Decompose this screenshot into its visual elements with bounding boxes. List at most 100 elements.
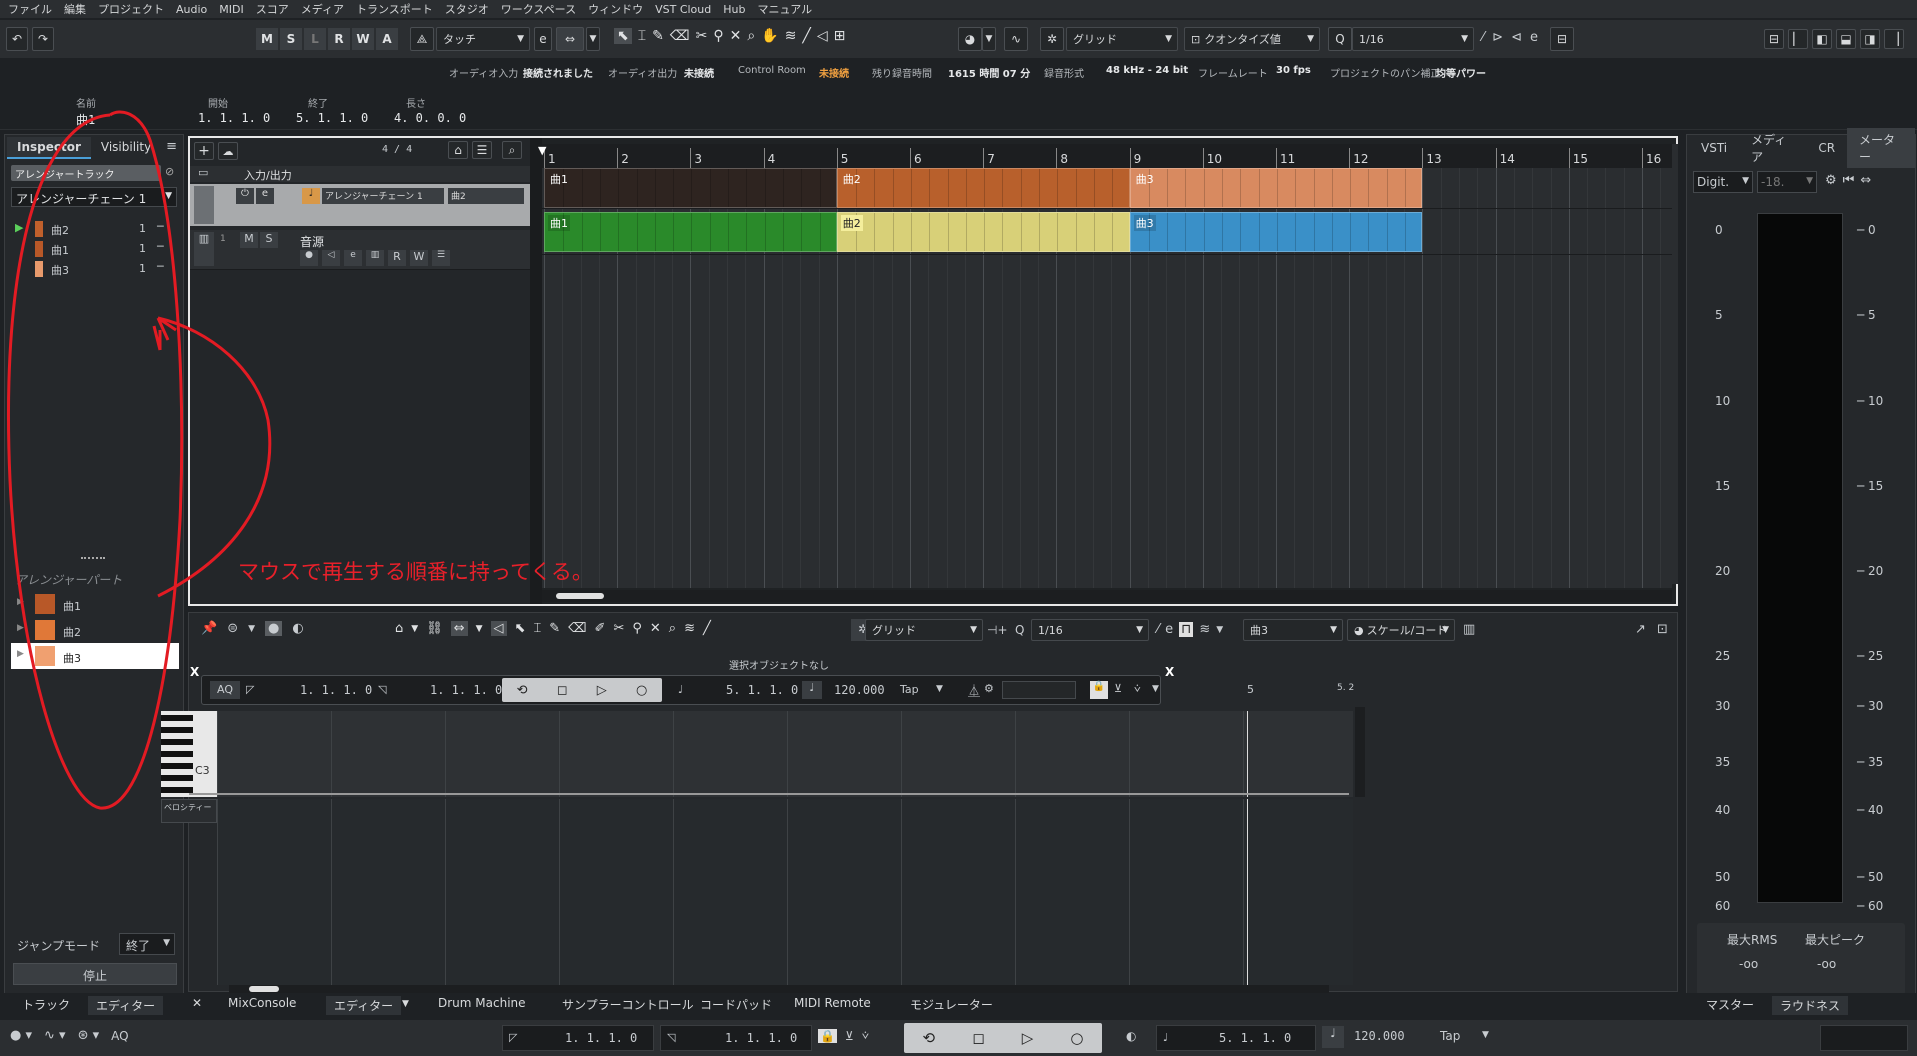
minus-icon[interactable]: ─ xyxy=(157,260,164,273)
global-s-button[interactable]: S xyxy=(280,28,302,50)
arranger-part[interactable]: 曲3 xyxy=(1129,168,1423,208)
snap-icon[interactable]: ✲ xyxy=(1040,27,1064,51)
line-icon[interactable]: ╱ xyxy=(703,621,711,636)
divider-handle[interactable] xyxy=(81,557,105,559)
open-window-icon[interactable]: ↗ xyxy=(1635,622,1646,637)
chain-item[interactable]: ▶ 曲2 1 ─ xyxy=(11,219,177,239)
menu-item[interactable]: メディア xyxy=(301,1,356,17)
arranger-part[interactable]: 曲2 xyxy=(836,168,1130,208)
scroll-thumb[interactable] xyxy=(249,986,279,992)
chevron-down-icon[interactable]: ▼ xyxy=(1152,684,1159,694)
add-to-chain-icon[interactable]: ▶ xyxy=(17,623,24,633)
lane-splitter[interactable] xyxy=(189,793,1349,795)
pin-icon[interactable]: 📌 xyxy=(201,621,217,636)
right-locator-field[interactable]: ◹ 1. 1. 1. 0 xyxy=(660,1025,812,1051)
dropdown-icon[interactable]: ▼ xyxy=(1216,625,1223,635)
comp-icon[interactable]: ≋ xyxy=(785,28,797,44)
black-key[interactable] xyxy=(161,739,193,745)
quantize-value-select[interactable]: 1/16 ▼ xyxy=(1352,27,1474,51)
record-icon[interactable]: ○ xyxy=(636,683,647,698)
hand-icon[interactable]: ✋ xyxy=(761,28,778,44)
edit-e-icon[interactable]: e xyxy=(256,188,274,204)
menu-item[interactable]: ウィンドウ xyxy=(588,1,655,17)
menu-item[interactable]: スコア xyxy=(256,1,301,17)
right-panel-icon[interactable]: ◨ xyxy=(1860,29,1880,49)
mute-button[interactable]: M xyxy=(240,232,258,248)
e-icon[interactable]: e xyxy=(1165,622,1173,637)
left-locator-value[interactable]: 1. 1. 1. 0 xyxy=(300,683,372,697)
marker-field[interactable] xyxy=(1002,681,1076,699)
audio-icon[interactable]: ∿ ▾ xyxy=(44,1028,66,1043)
tab-chord-pads[interactable]: コードパッド xyxy=(700,996,772,1013)
meter-level-select[interactable]: -18. ▼ xyxy=(1757,171,1817,193)
arranger-chain-select[interactable]: アレンジャーチェーン 1 ▼ xyxy=(11,187,177,207)
add-to-chain-icon[interactable]: ▶ xyxy=(17,649,24,659)
play-icon[interactable]: ▷ xyxy=(597,683,607,698)
auto-quantize-button[interactable]: AQ xyxy=(111,1029,128,1043)
record-icon[interactable]: ○ xyxy=(1070,1029,1083,1047)
iq-icon[interactable]: ⁄ xyxy=(1157,622,1159,637)
e-icon[interactable]: e xyxy=(534,27,552,51)
in-out-track[interactable]: ▭ 入力/出力 xyxy=(190,166,530,182)
glue-icon[interactable]: ⚲ xyxy=(632,621,642,636)
editor-quantize-select[interactable]: 1/16 ▼ xyxy=(1031,619,1149,641)
snap-mode-icon[interactable]: ⇔ xyxy=(556,27,584,51)
snap-mode-icon[interactable]: ⇔ xyxy=(450,621,468,636)
list-icon[interactable]: ☰ xyxy=(472,141,492,159)
right-tab[interactable]: メーター xyxy=(1847,128,1915,168)
global-l-button[interactable]: L xyxy=(304,28,326,50)
tab-track[interactable]: トラック xyxy=(22,996,70,1013)
monitor-icon[interactable]: ◁ xyxy=(322,250,340,266)
minus-icon[interactable]: ─ xyxy=(157,220,164,233)
add-track-icon[interactable]: + xyxy=(194,142,214,160)
midi-part[interactable]: 曲3 xyxy=(1129,212,1423,252)
info-start-value[interactable]: 1. 1. 1. 0 xyxy=(198,111,270,125)
horizontal-scrollbar[interactable] xyxy=(542,590,1672,602)
expand-icon[interactable]: ⇔ xyxy=(1860,173,1871,188)
arranger-on-icon[interactable]: ⏻ xyxy=(236,188,254,204)
lock-icon[interactable]: 🔒 xyxy=(1090,681,1108,699)
meter-type-select[interactable]: Digit. ▼ xyxy=(1693,171,1753,193)
record-mode-icon[interactable]: ● ▾ xyxy=(10,1028,32,1043)
info-name-value[interactable]: 曲1 xyxy=(76,111,95,128)
cycle-icon[interactable]: ⟲ xyxy=(517,683,528,698)
tempo-value[interactable]: 120.000 xyxy=(834,683,885,697)
tab-inspector[interactable]: Inspector xyxy=(7,137,91,159)
velocity-lane[interactable] xyxy=(217,799,1353,985)
editor-part-select[interactable]: 曲3 ▼ xyxy=(1243,619,1343,641)
piano-roll-grid[interactable] xyxy=(217,711,1353,797)
position-value[interactable]: 5. 1. 1. 0 xyxy=(726,683,798,697)
metronome-icon[interactable]: ⏅ xyxy=(968,682,980,699)
eraser-icon[interactable]: ⌫ xyxy=(670,28,690,44)
redo-icon[interactable]: ↷ xyxy=(32,27,54,51)
black-key[interactable] xyxy=(161,763,193,769)
speaker-icon[interactable]: ◁ xyxy=(490,621,507,636)
mute-tool-icon[interactable]: ✕ xyxy=(650,621,661,636)
iq-icon[interactable]: ⁄ xyxy=(1482,30,1484,45)
write-button[interactable]: W xyxy=(410,250,428,266)
tab-sampler-control[interactable]: サンプラーコントロール xyxy=(562,996,694,1013)
cycle-icon[interactable]: ⟲ xyxy=(923,1029,936,1047)
marker-field[interactable] xyxy=(1820,1025,1908,1051)
global-r-button[interactable]: R xyxy=(328,28,350,50)
menu-item[interactable]: ファイル xyxy=(8,1,64,17)
dropdown-icon[interactable]: ▼ xyxy=(411,624,418,634)
undo-icon[interactable]: ↶ xyxy=(6,27,28,51)
link-icon[interactable]: ⛓ xyxy=(426,621,443,636)
close-transport-right-icon[interactable]: X xyxy=(1165,665,1174,679)
tab-midi-remote[interactable]: MIDI Remote xyxy=(794,996,871,1010)
track-chain-select[interactable]: アレンジャーチェーン 1 xyxy=(322,188,444,204)
tab-editor-left[interactable]: エディター xyxy=(88,996,164,1015)
punch-out-icon[interactable]: ⩒ xyxy=(862,1028,869,1043)
editor-hscroll[interactable] xyxy=(229,985,1329,993)
solo-button[interactable]: S xyxy=(260,232,278,248)
scroll-thumb[interactable] xyxy=(556,593,604,599)
tab-drum-machine[interactable]: Drum Machine xyxy=(438,996,526,1010)
global-a-button[interactable]: A xyxy=(376,28,398,50)
tab-loudness[interactable]: ラウドネス xyxy=(1772,996,1849,1015)
midi-icon[interactable]: ⊛ ▾ xyxy=(78,1028,100,1043)
lock-icon[interactable]: 🔒 xyxy=(818,1028,837,1043)
search-icon[interactable]: ⌕ xyxy=(502,141,522,159)
pencil-icon[interactable]: ✎ xyxy=(549,621,560,636)
arranger-part-item[interactable]: ▶ 曲1 xyxy=(11,591,179,617)
